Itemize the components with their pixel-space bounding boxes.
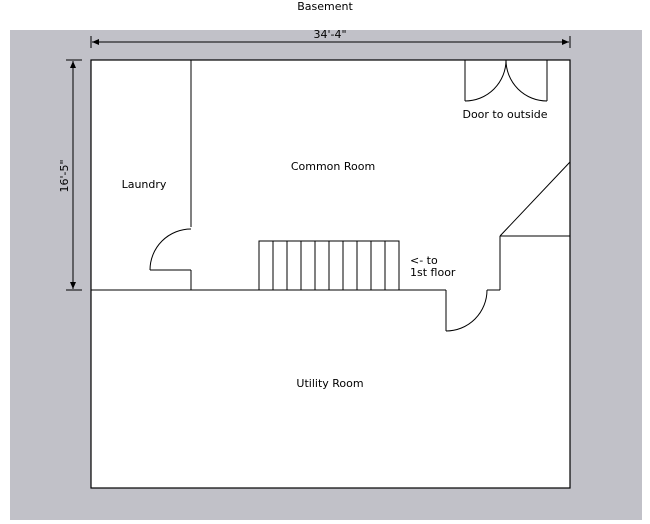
stairs-label-line2: 1st floor xyxy=(410,266,456,279)
door-to-outside-label: Door to outside xyxy=(462,108,547,121)
common-room-label: Common Room xyxy=(291,160,375,173)
utility-room-label: Utility Room xyxy=(296,377,363,390)
floor-plan: 34'-4" 16'-5" Door to outside Common Roo… xyxy=(10,28,642,520)
laundry-label: Laundry xyxy=(122,178,167,191)
height-dimension-label: 16'-5" xyxy=(58,159,71,192)
floor-outline xyxy=(90,59,571,489)
width-dimension-label: 34'-4" xyxy=(313,28,346,41)
